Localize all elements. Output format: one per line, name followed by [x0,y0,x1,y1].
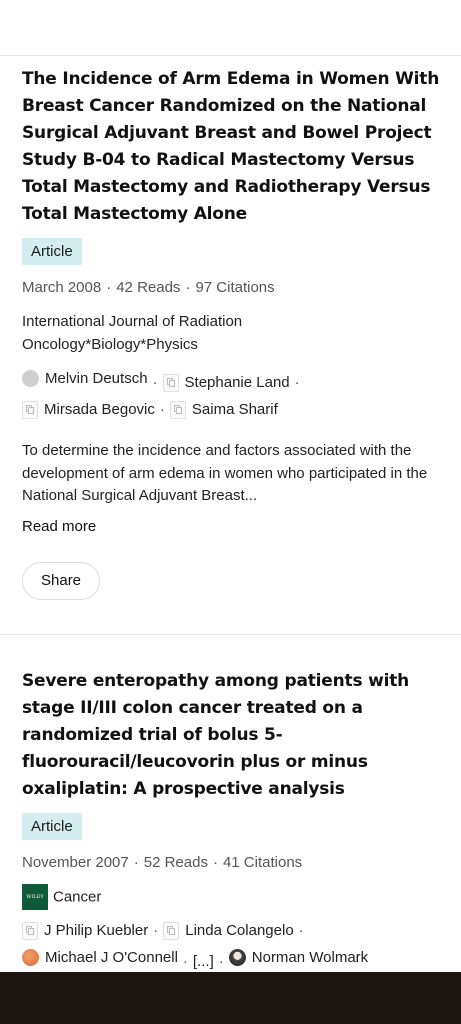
reads-count: 42 Reads [116,279,181,296]
placeholder-avatar-icon [163,921,180,940]
separator: · [298,922,304,939]
reads-count: 52 Reads [143,854,208,871]
separator: · [212,854,218,871]
separator: · [106,279,112,296]
author-link[interactable]: J Philip Kuebler [22,917,148,944]
citations-count: 97 Citations [195,279,275,296]
journal-name[interactable]: International Journal of Radiation Oncol… [22,310,322,356]
wiley-logo: WILEY [22,884,48,910]
publication-date: March 2008 [22,279,102,296]
bottom-bar [0,972,461,1024]
author-link[interactable]: Norman Wolmark [228,944,368,971]
avatar [228,949,246,966]
citations-count: 41 Citations [222,854,303,871]
author-link[interactable]: Michael J O'Connell [22,944,178,971]
read-more-link[interactable]: Read more [22,518,441,535]
placeholder-avatar-icon [22,921,38,940]
author-list: Melvin Deutsch · Stephanie Land · Mirsada B… [22,365,441,423]
author-link[interactable]: Linda Colangelo [163,917,294,944]
article-card: The Incidence of Arm Edema in Women With… [22,66,441,600]
placeholder-avatar-icon [162,373,179,392]
article-divider [0,634,461,635]
separator: · [182,953,188,970]
top-divider [0,55,461,56]
separator: · [185,279,191,296]
separator: · [294,374,300,391]
article-meta: November 2007 · 52 Reads · 41 Citations [22,853,441,873]
placeholder-avatar-icon [169,400,186,419]
article-card: Severe enteropathy among patients with s… [22,668,441,975]
article-type-badge: Article [22,238,82,265]
article-title[interactable]: The Incidence of Arm Edema in Women With… [22,66,441,228]
author-list: J Philip Kuebler · Linda Colangelo · Michae… [22,917,441,975]
journal-row[interactable]: WILEY Cancer [22,884,441,910]
author-link[interactable]: Stephanie Land [162,369,290,396]
share-button[interactable]: Share [22,561,101,600]
separator: · [152,374,158,391]
avatar [22,370,39,387]
separator: · [159,401,165,418]
separator: · [218,953,224,970]
more-authors-ellipsis[interactable]: [...] [193,953,214,970]
avatar [22,949,39,966]
journal-name: Cancer [53,888,102,906]
separator: · [133,854,139,871]
author-link[interactable]: Mirsada Begovic [22,396,155,423]
article-title[interactable]: Severe enteropathy among patients with s… [22,668,441,803]
article-type-badge: Article [22,813,82,840]
author-link[interactable]: Saima Sharif [169,396,278,423]
author-link[interactable]: Melvin Deutsch [22,365,148,392]
publication-date: November 2007 [22,854,129,871]
separator: · [153,922,159,939]
article-meta: March 2008 · 42 Reads · 97 Citations [22,278,441,298]
abstract-preview: To determine the incidence and factors a… [22,442,428,504]
placeholder-avatar-icon [22,400,38,419]
